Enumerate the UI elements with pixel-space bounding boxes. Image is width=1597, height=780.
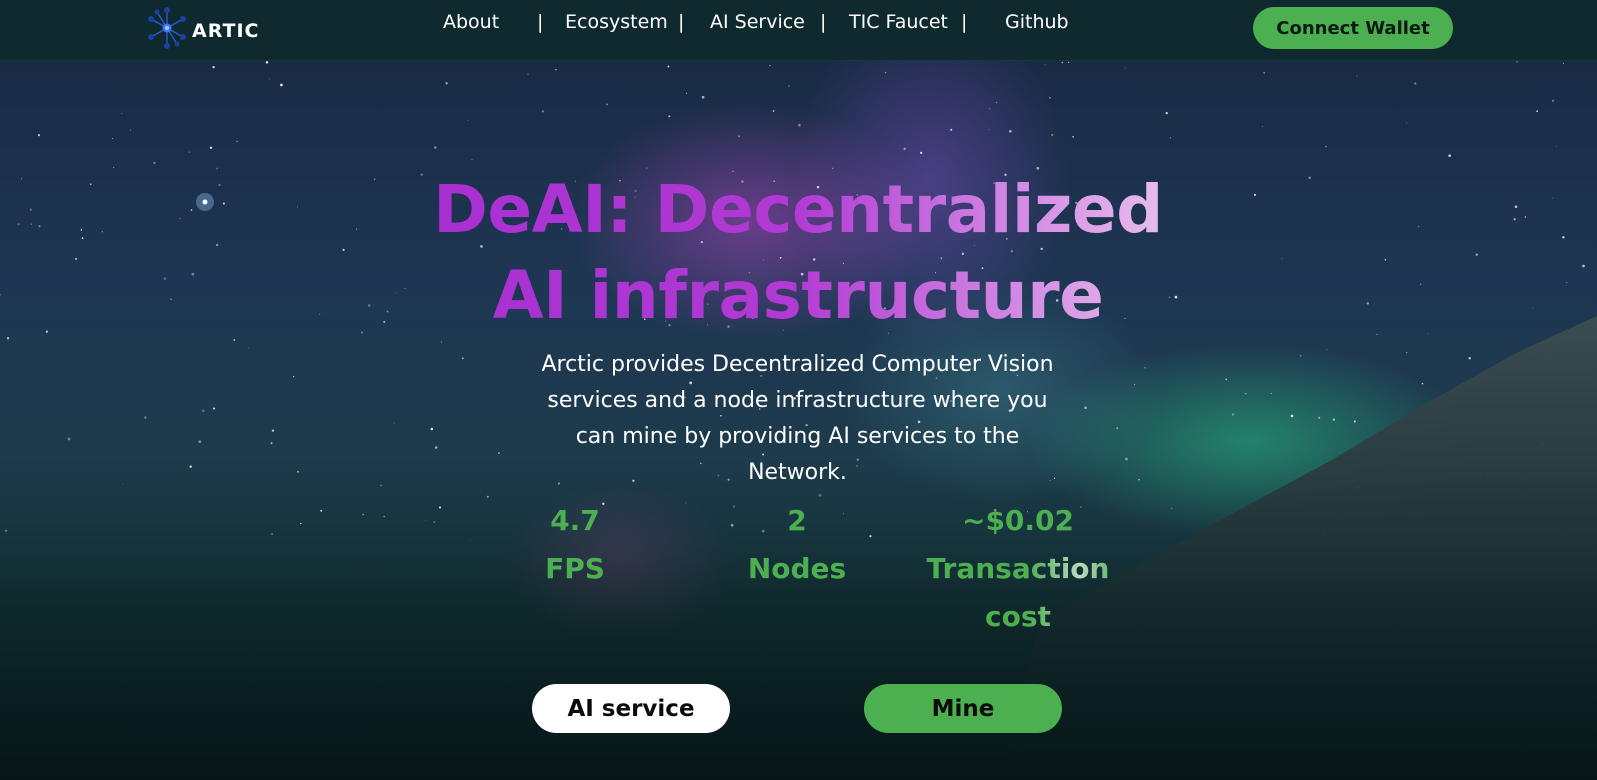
artic-logo[interactable]: ARTIC [146,6,259,50]
nav-separator: | [961,11,968,33]
stat-value: ~$0.02 [961,504,1075,537]
nav-link-ecosystem[interactable]: Ecosystem [565,11,668,33]
nav-separator: | [820,11,827,33]
hero-section: DeAI: Decentralized AI infrastructure Ar… [0,61,1597,780]
hero-description: Arctic provides Decentralized Computer V… [541,352,1054,485]
nav-link-ai-service[interactable]: AI Service [710,11,805,33]
nav-link-about[interactable]: About [443,11,499,33]
nav-separator: | [537,11,544,33]
nav-link-tic-faucet[interactable]: TIC Faucet [849,11,948,33]
nav-separator: | [678,11,685,33]
artic-logo-icon [148,7,186,49]
hero-title: DeAI: Decentralized AI infrastructure [298,167,1298,339]
stat-nodes: 2 Nodes [722,497,872,593]
mine-button[interactable]: Mine [864,684,1062,733]
connect-wallet-button[interactable]: Connect Wallet [1253,7,1453,49]
stat-fps: 4.7 FPS [520,497,630,593]
stat-value: 4.7 [550,504,600,537]
stat-transaction-cost: ~$0.02 Transaction cost [915,497,1121,641]
hero-title-line-1: DeAI: Decentralized [433,171,1163,248]
top-navigation-bar: ARTIC About | Ecosystem | AI Service | T… [0,0,1597,61]
hero-title-line-2: AI infrastructure [492,257,1104,334]
ai-service-button[interactable]: AI service [532,684,730,733]
stat-value: 2 [787,504,807,537]
logo-text: ARTIC [192,20,260,42]
stat-label: Transaction cost [915,545,1121,641]
stat-label: FPS [545,552,605,585]
nav-link-github[interactable]: Github [1005,11,1069,33]
stat-label: Nodes [747,552,847,585]
